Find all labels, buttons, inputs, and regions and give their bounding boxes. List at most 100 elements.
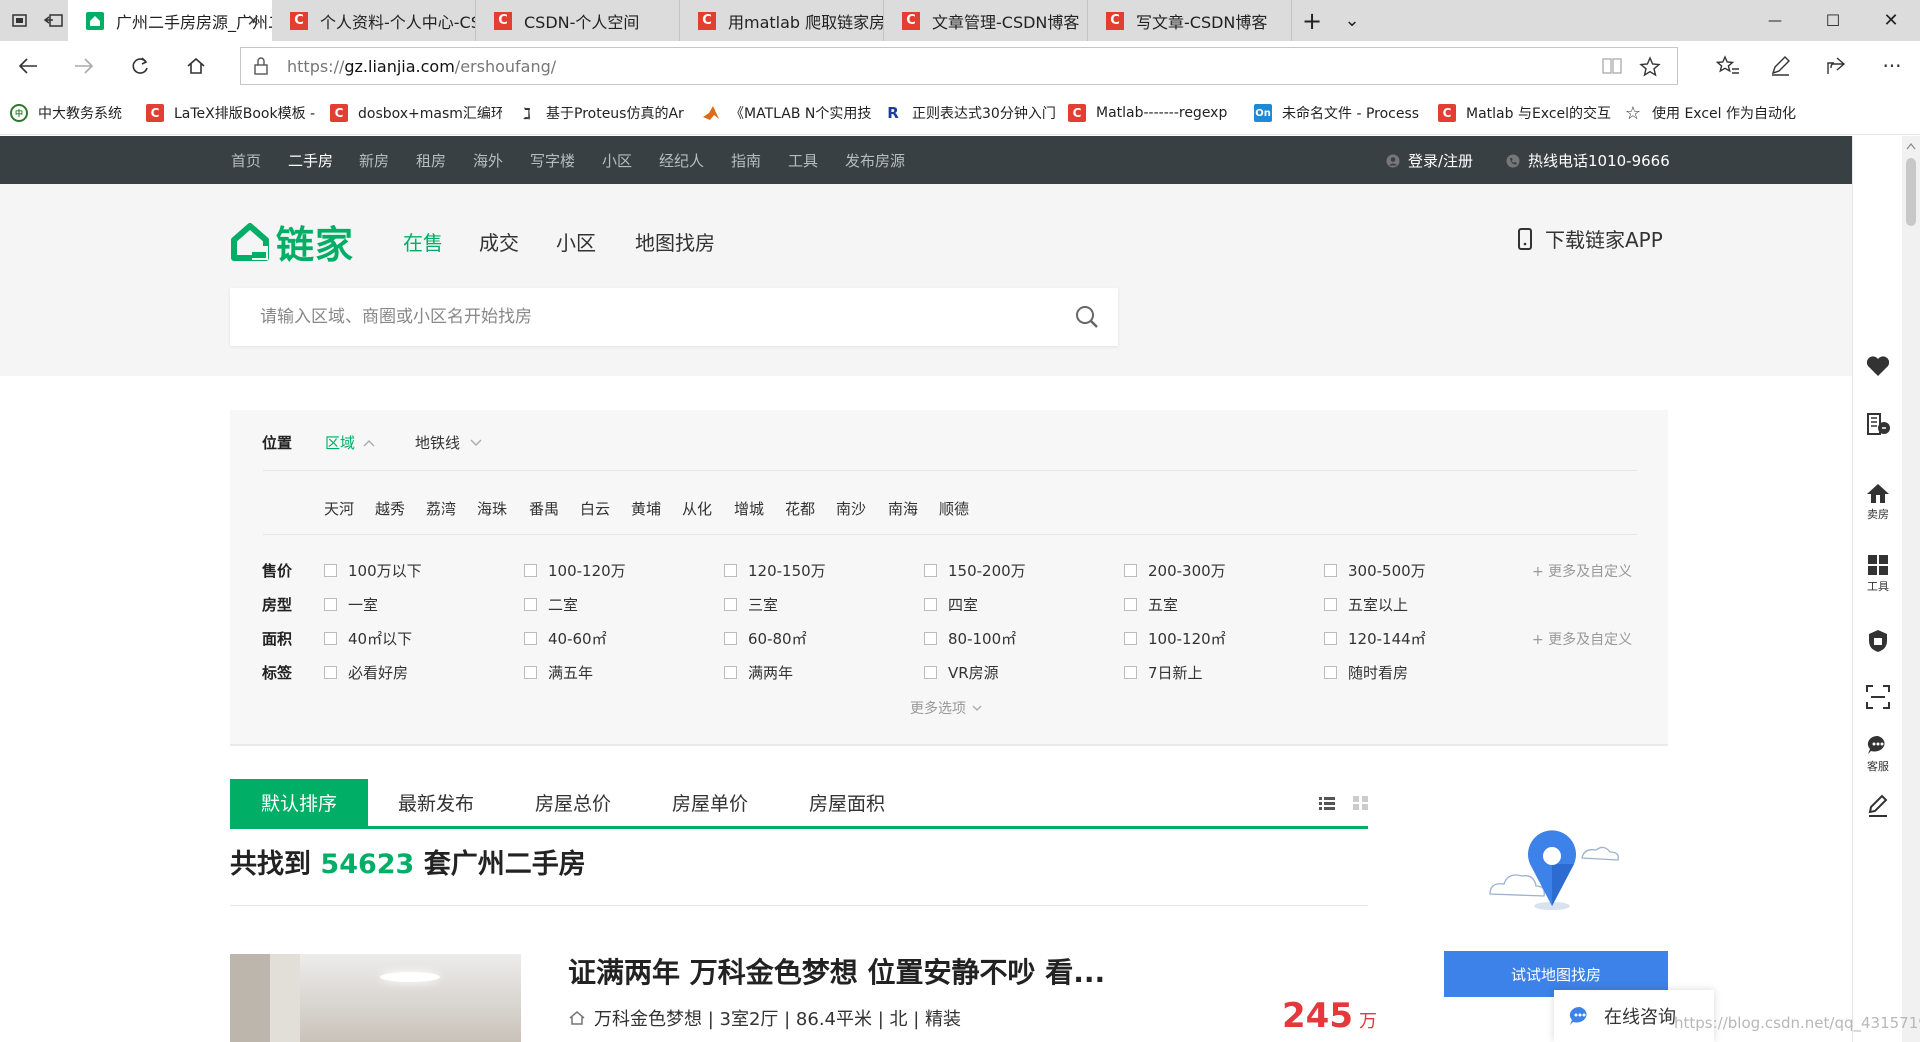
checkbox[interactable] (524, 564, 537, 577)
checkbox[interactable] (524, 598, 537, 611)
lianjia-logo[interactable]: 链家 (230, 214, 354, 269)
area-option[interactable]: 100-120㎡ (1124, 628, 1226, 649)
close-window-button[interactable]: ✕ (1862, 0, 1920, 41)
topnav-ershoufang[interactable]: 二手房 (288, 150, 333, 171)
checkbox[interactable] (1124, 666, 1137, 679)
checkbox[interactable] (1124, 632, 1137, 645)
sidebar-scan[interactable] (1853, 684, 1903, 710)
scrollbar-thumb[interactable] (1906, 158, 1916, 226)
bookmark-item[interactable]: C Matlab 与Excel的交互 (1438, 103, 1614, 123)
sidebar-tools[interactable]: 工具 (1853, 554, 1903, 594)
tag-option[interactable]: 随时看房 (1324, 662, 1408, 683)
refresh-button[interactable] (112, 41, 168, 91)
tag-option[interactable]: 必看好房 (324, 662, 408, 683)
area-more-custom[interactable]: + 更多及自定义 (1532, 629, 1632, 649)
favorites-hub-button[interactable] (1700, 41, 1756, 91)
new-tab-button[interactable]: + (1292, 0, 1332, 41)
bookmark-item[interactable]: ℷ 基于Proteus仿真的Ar (518, 103, 690, 123)
login-link[interactable]: 登录/注册 (1386, 150, 1473, 171)
district-huangpu[interactable]: 黄埔 (631, 498, 661, 519)
sidebar-compare[interactable] (1853, 410, 1903, 438)
listing-photo[interactable] (230, 954, 521, 1042)
sort-newest[interactable]: 最新发布 (368, 779, 504, 826)
checkbox[interactable] (324, 666, 337, 679)
topnav-gongju[interactable]: 工具 (788, 150, 818, 171)
back-button[interactable] (0, 41, 56, 91)
area-option[interactable]: 40-60㎡ (524, 628, 607, 649)
bookmark-item[interactable]: C dosbox+masm汇编环 (330, 103, 502, 123)
sidebar-customer-service[interactable]: 客服 (1853, 734, 1903, 774)
checkbox[interactable] (924, 598, 937, 611)
checkbox[interactable] (1124, 598, 1137, 611)
sort-default[interactable]: 默认排序 (230, 779, 368, 826)
close-tab-icon[interactable]: ✕ (247, 11, 260, 30)
grid-view-icon[interactable] (1353, 795, 1369, 811)
tab-csdn-space[interactable]: C CSDN-个人空间 (476, 0, 680, 41)
maximize-button[interactable]: ☐ (1804, 0, 1862, 41)
sidebar-favorites[interactable] (1853, 354, 1903, 378)
district-panyu[interactable]: 番禺 (529, 498, 559, 519)
filter-tab-subway[interactable]: 地铁线 (415, 432, 482, 453)
bookmark-item[interactable]: C LaTeX排版Book模板 - (146, 103, 316, 123)
layout-option[interactable]: 一室 (324, 594, 378, 615)
checkbox[interactable] (324, 632, 337, 645)
tag-option[interactable]: 7日新上 (1124, 662, 1203, 683)
checkbox[interactable] (724, 598, 737, 611)
tab-list-button[interactable]: ⌄ (1332, 0, 1372, 41)
area-option[interactable]: 40㎡以下 (324, 628, 412, 649)
bookmark-item[interactable]: 《MATLAB N个实用技 (702, 103, 872, 123)
price-option[interactable]: 300-500万 (1324, 560, 1426, 581)
tab-csdn-profile[interactable]: C 个人资料-个人中心-CSDN (272, 0, 476, 41)
layout-option[interactable]: 五室以上 (1324, 594, 1408, 615)
district-shunde[interactable]: 顺德 (939, 498, 969, 519)
price-more-custom[interactable]: + 更多及自定义 (1532, 561, 1632, 581)
tab-lianjia[interactable]: 广州二手房房源_广州二 ✕ (68, 0, 272, 41)
checkbox[interactable] (1324, 632, 1337, 645)
sidebar-sell[interactable]: 卖房 (1853, 482, 1903, 522)
forward-button[interactable] (56, 41, 112, 91)
price-option[interactable]: 120-150万 (724, 560, 826, 581)
tag-option[interactable]: 满五年 (524, 662, 593, 683)
price-option[interactable]: 150-200万 (924, 560, 1026, 581)
reading-view-icon[interactable] (1601, 56, 1623, 76)
topnav-xiezilou[interactable]: 写字楼 (530, 150, 576, 186)
checkbox[interactable] (924, 666, 937, 679)
tag-option[interactable]: VR房源 (924, 662, 999, 683)
sidebar-security[interactable] (1853, 628, 1903, 654)
district-conghua[interactable]: 从化 (682, 498, 712, 519)
checkbox[interactable] (1324, 564, 1337, 577)
district-yuexiu[interactable]: 越秀 (375, 498, 405, 519)
sort-unit-price[interactable]: 房屋单价 (642, 779, 778, 826)
bookmark-item[interactable]: C Matlab-------regexp (1068, 103, 1244, 123)
header-nav-map[interactable]: 地图找房 (635, 227, 715, 256)
area-option[interactable]: 80-100㎡ (924, 628, 1016, 649)
layout-option[interactable]: 四室 (924, 594, 978, 615)
bookmark-item[interactable]: R 正则表达式30分钟入门 (884, 103, 1058, 123)
download-app-link[interactable]: 下载链家APP (1517, 224, 1663, 253)
topnav-home[interactable]: 首页 (231, 150, 261, 171)
minimize-button[interactable]: — (1746, 0, 1804, 41)
layout-option[interactable]: 五室 (1124, 594, 1178, 615)
more-button[interactable]: ··· (1864, 41, 1920, 91)
tab-csdn-matlab[interactable]: C 用matlab 爬取链家房价 爬虫 (680, 0, 884, 41)
bookmark-item[interactable]: On 未命名文件 - Process (1254, 103, 1426, 123)
topnav-xinfang[interactable]: 新房 (359, 150, 390, 186)
checkbox[interactable] (324, 564, 337, 577)
checkbox[interactable] (524, 666, 537, 679)
checkbox[interactable] (724, 564, 737, 577)
search-input[interactable] (230, 288, 1060, 346)
sort-area[interactable]: 房屋面积 (778, 779, 916, 826)
topnav-fabu[interactable]: 发布房源 (845, 150, 905, 171)
area-option[interactable]: 60-80㎡ (724, 628, 807, 649)
checkbox[interactable] (924, 564, 937, 577)
listing-title[interactable]: 证满两年 万科金色梦想 位置安静不吵 看... (568, 951, 1105, 991)
district-nanhai[interactable]: 南海 (888, 498, 918, 519)
price-option[interactable]: 200-300万 (1124, 560, 1226, 581)
district-liwan[interactable]: 荔湾 (426, 498, 456, 519)
checkbox[interactable] (524, 632, 537, 645)
filter-tab-area[interactable]: 区域 (325, 432, 375, 453)
district-baiyun[interactable]: 白云 (580, 498, 610, 519)
layout-option[interactable]: 三室 (724, 594, 778, 615)
district-haizhu[interactable]: 海珠 (477, 498, 507, 519)
district-zengcheng[interactable]: 增城 (734, 498, 764, 519)
